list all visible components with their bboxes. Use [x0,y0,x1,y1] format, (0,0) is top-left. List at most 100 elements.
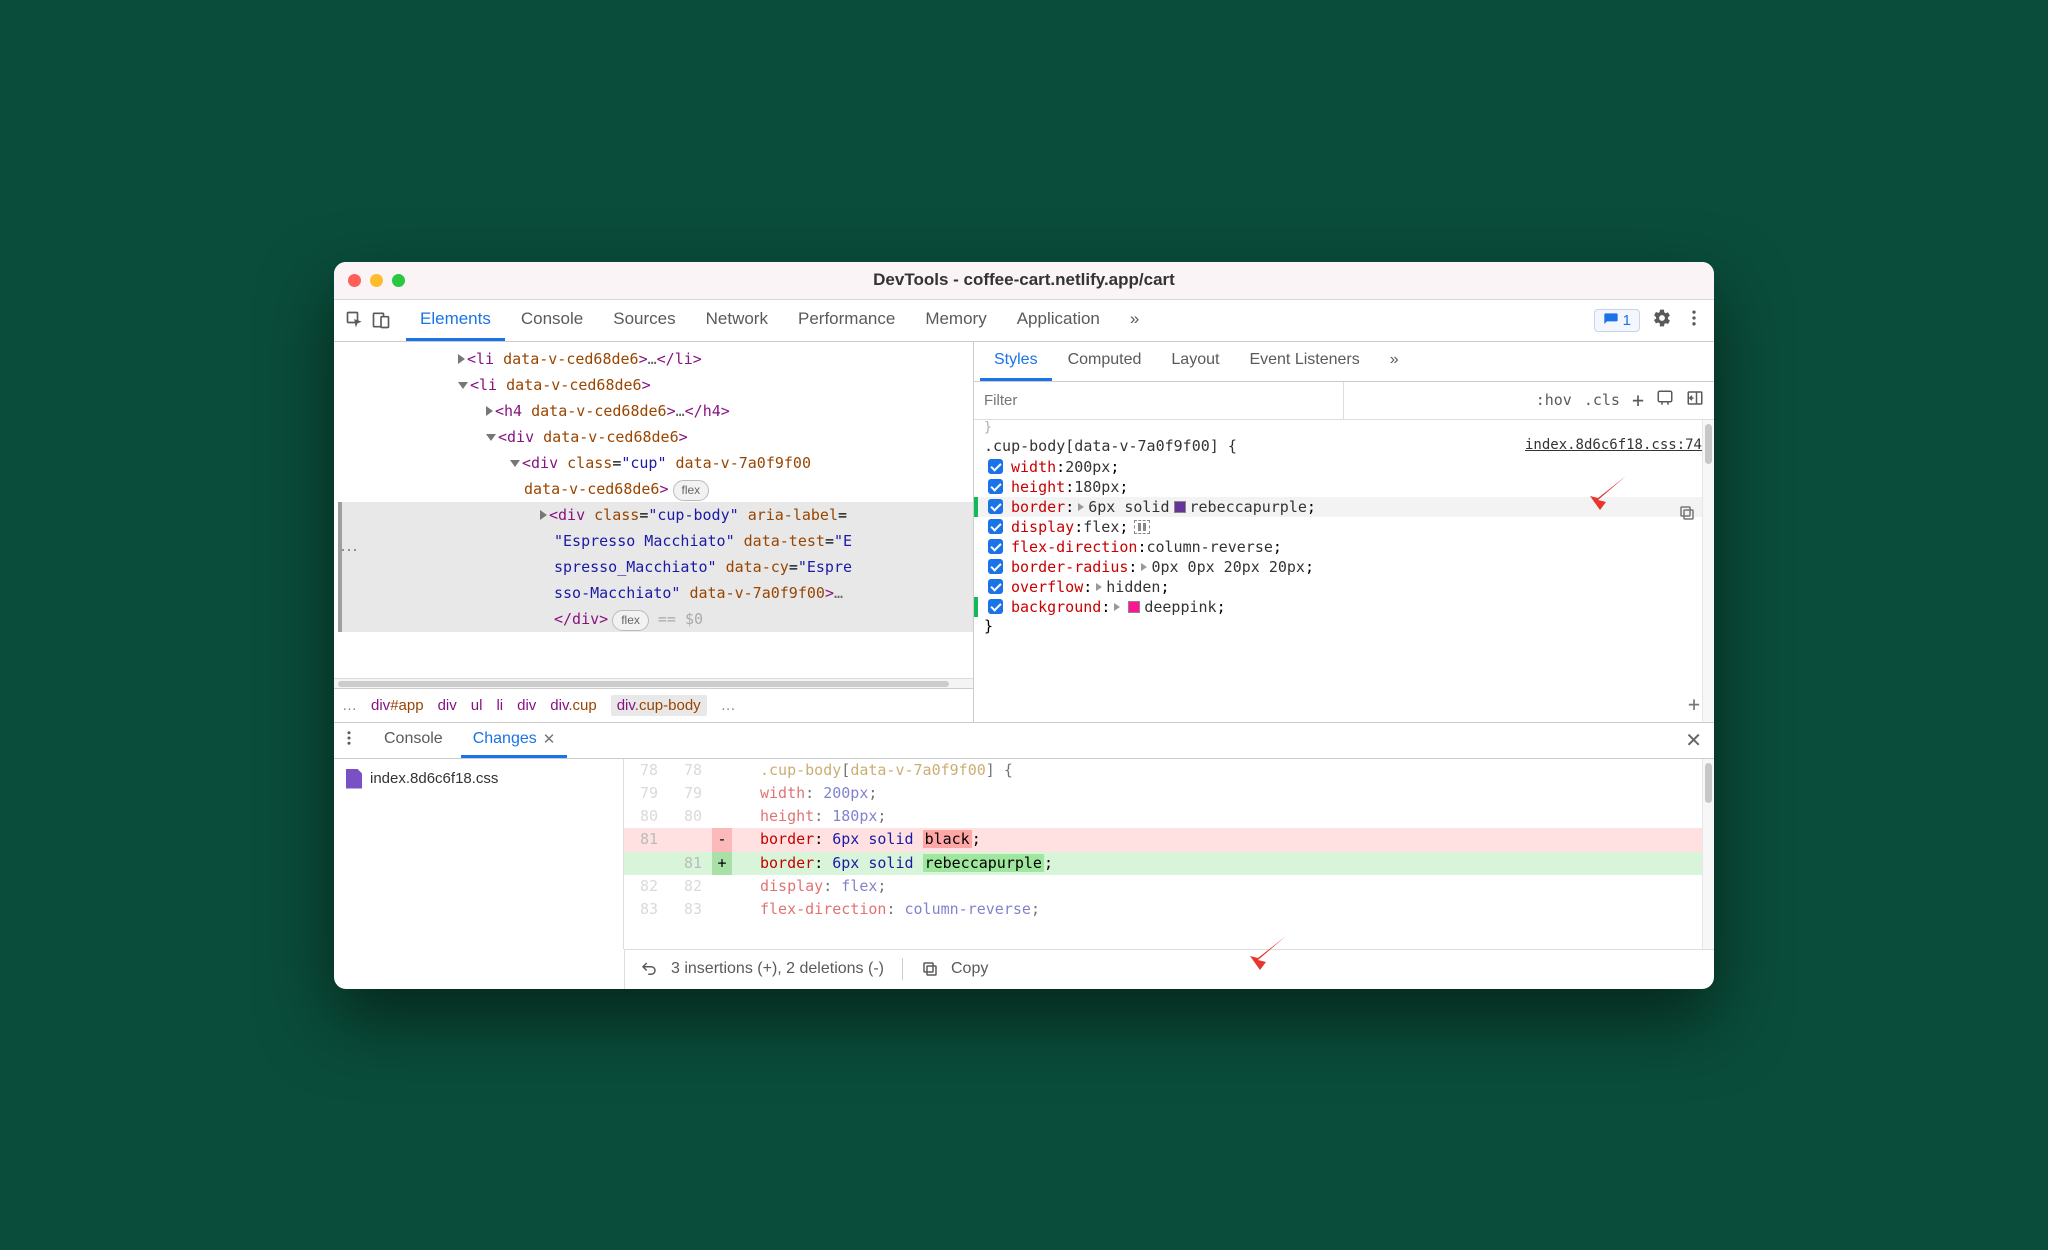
bc-item[interactable]: li [496,697,503,714]
bc-item[interactable]: div [517,697,536,714]
styles-body[interactable]: } .cup-body[data-v-7a0f9f00] { index.8d6… [974,420,1714,722]
diff-line: 8080height: 180px; [624,805,1714,828]
settings-icon[interactable] [1652,308,1672,333]
drawer-status: 3 insertions (+), 2 deletions (-) Copy [624,949,1714,989]
diff-line: 8383flex-direction: column-reverse; [624,898,1714,921]
stab-listeners[interactable]: Event Listeners [1235,342,1373,381]
dtab-console[interactable]: Console [372,723,455,758]
selected-dom-node[interactable]: <div class="cup-body" aria-label= "Espre… [338,502,973,632]
diff-line: 7979width: 200px; [624,782,1714,805]
bc-ellipsis[interactable]: … [721,697,736,714]
more-menu-icon[interactable] [1684,308,1704,333]
undo-icon[interactable] [639,960,659,978]
format-icon[interactable] [1656,389,1674,411]
issues-badge[interactable]: 1 [1594,309,1640,332]
titlebar: DevTools - coffee-cart.netlify.app/cart [334,262,1714,300]
drawer-tabs: Console Changes✕ ✕ [334,723,1714,759]
hov-toggle[interactable]: :hov [1536,391,1572,409]
copy-label[interactable]: Copy [951,960,988,978]
bc-ellipsis[interactable]: … [342,697,357,714]
expand-icon[interactable] [1078,503,1084,511]
dom-overflow-icon[interactable]: ⋯ [340,540,358,561]
css-file-icon [346,769,362,789]
css-property-row[interactable]: flex-direction: column-reverse; [974,537,1714,557]
tab-performance[interactable]: Performance [784,300,909,341]
property-checkbox[interactable] [988,599,1003,614]
tab-elements[interactable]: Elements [406,300,505,341]
rule-close: } [974,617,1714,635]
dom-tree[interactable]: <li data-v-ced68de6>…</li> <li data-v-ce… [334,342,973,678]
dtab-changes[interactable]: Changes✕ [461,723,568,758]
h-scrollbar[interactable] [334,678,973,688]
diff-pane[interactable]: 7878.cup-body[data-v-7a0f9f00] {7979widt… [624,759,1714,949]
property-checkbox[interactable] [988,499,1003,514]
toolbar-right: 1 [1594,308,1704,333]
property-checkbox[interactable] [988,579,1003,594]
bc-item[interactable]: div#app [371,697,424,714]
stab-computed[interactable]: Computed [1054,342,1156,381]
sidebar-toggle-icon[interactable] [1686,389,1704,411]
close-tab-icon[interactable]: ✕ [543,730,556,748]
property-checkbox[interactable] [988,519,1003,534]
bc-item[interactable]: div [438,697,457,714]
issues-count: 1 [1623,312,1631,329]
window-title: DevTools - coffee-cart.netlify.app/cart [334,270,1714,290]
expand-icon[interactable] [1096,583,1102,591]
device-toolbar-icon[interactable] [370,309,392,331]
property-checkbox[interactable] [988,459,1003,474]
tabs-overflow-icon[interactable]: » [1116,300,1153,341]
bc-item[interactable]: ul [471,697,483,714]
annotation-arrow [1246,932,1294,972]
devtools-window: DevTools - coffee-cart.netlify.app/cart … [334,262,1714,989]
styles-tabs: Styles Computed Layout Event Listeners » [974,342,1714,382]
property-checkbox[interactable] [988,559,1003,574]
color-swatch[interactable] [1174,501,1186,513]
inspect-element-icon[interactable] [344,309,366,331]
tab-network[interactable]: Network [692,300,782,341]
stab-layout[interactable]: Layout [1157,342,1233,381]
property-checkbox[interactable] [988,539,1003,554]
add-rule-icon[interactable]: + [1688,692,1700,716]
bc-item[interactable]: div.cup [550,697,596,714]
expand-icon[interactable] [1141,563,1147,571]
drawer-close-icon[interactable]: ✕ [1685,728,1702,753]
tab-sources[interactable]: Sources [599,300,689,341]
cls-toggle[interactable]: .cls [1584,391,1620,409]
breadcrumb: … div#app div ul li div div.cup div.cup-… [334,688,973,722]
copy-rule-icon[interactable] [1678,504,1696,526]
rule-selector[interactable]: .cup-body[data-v-7a0f9f00] { [984,437,1237,455]
v-scrollbar[interactable] [1702,759,1714,949]
css-property-row[interactable]: display: flex; [974,517,1714,537]
tab-application[interactable]: Application [1003,300,1114,341]
tab-memory[interactable]: Memory [911,300,1000,341]
source-link[interactable]: index.8d6c6f18.css:74 [1525,437,1702,455]
diff-line: 8282display: flex; [624,875,1714,898]
filter-row: :hov .cls + [974,382,1714,420]
elements-pane: <li data-v-ced68de6>…</li> <li data-v-ce… [334,342,974,722]
stabs-overflow-icon[interactable]: » [1376,342,1413,381]
drawer-menu-icon[interactable] [340,729,360,752]
css-property-row[interactable]: background: deeppink; [974,597,1714,617]
bc-item-selected[interactable]: div.cup-body [611,695,707,716]
color-swatch[interactable] [1128,601,1140,613]
copy-icon[interactable] [921,960,939,978]
file-item[interactable]: index.8d6c6f18.css [334,765,623,793]
expand-icon[interactable] [1114,603,1120,611]
drawer: Console Changes✕ ✕ index.8d6c6f18.css 78… [334,722,1714,989]
css-property-row[interactable]: overflow: hidden; [974,577,1714,597]
stab-styles[interactable]: Styles [980,342,1052,381]
main-toolbar: Elements Console Sources Network Perform… [334,300,1714,342]
styles-pane: Styles Computed Layout Event Listeners »… [974,342,1714,722]
flex-badge-icon[interactable] [1134,520,1150,534]
css-property-row[interactable]: border-radius: 0px 0px 20px 20px; [974,557,1714,577]
filter-input[interactable] [974,382,1344,419]
diff-line: 81-border: 6px solid black; [624,828,1714,851]
changes-summary: 3 insertions (+), 2 deletions (-) [671,960,884,978]
files-list: index.8d6c6f18.css [334,759,624,949]
v-scrollbar[interactable] [1702,420,1714,722]
main-split: <li data-v-ced68de6>…</li> <li data-v-ce… [334,342,1714,722]
new-rule-icon[interactable]: + [1632,388,1644,412]
tab-console[interactable]: Console [507,300,597,341]
diff-line: 81+border: 6px solid rebeccapurple; [624,852,1714,875]
property-checkbox[interactable] [988,479,1003,494]
